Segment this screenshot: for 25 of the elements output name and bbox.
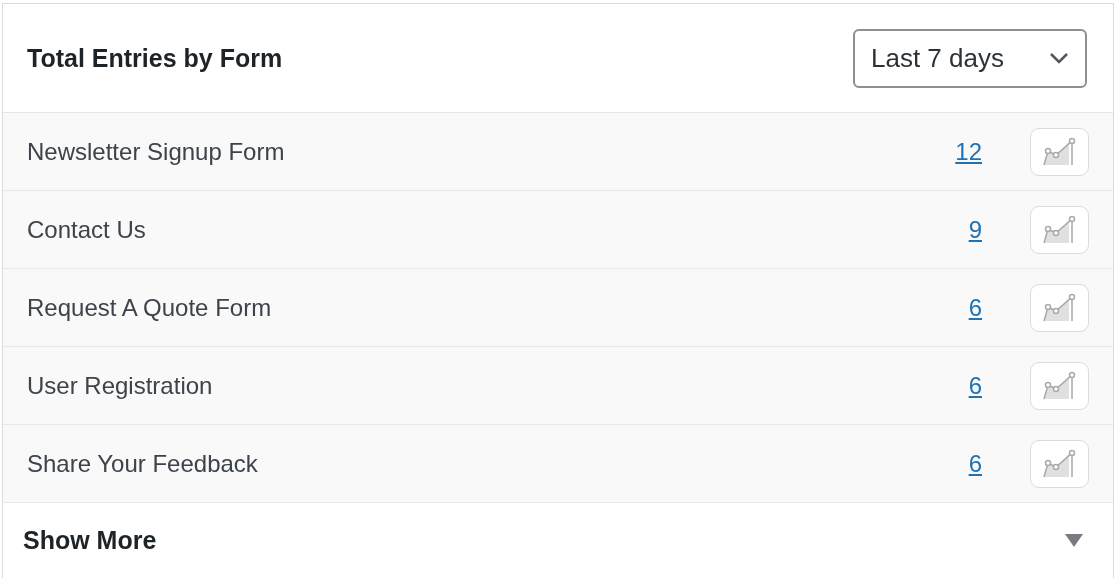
form-name: Share Your Feedback [27,449,259,478]
area-chart-icon [1041,448,1078,479]
chart-button[interactable] [1030,127,1089,176]
form-name: User Registration [27,371,214,400]
form-name: Newsletter Signup Form [27,137,286,166]
area-chart-icon [1041,136,1078,167]
entry-count-link[interactable]: 9 [968,215,982,244]
entry-count-link[interactable]: 6 [968,293,982,322]
entry-count-link[interactable]: 6 [968,371,982,400]
entry-count-link[interactable]: 12 [955,137,982,166]
chart-button[interactable] [1030,361,1089,410]
entry-count-link[interactable]: 6 [968,449,982,478]
chart-button[interactable] [1030,439,1089,488]
form-name: Request A Quote Form [27,293,273,322]
chart-button[interactable] [1030,283,1089,332]
period-select[interactable]: Last 7 days [853,28,1087,88]
area-chart-icon [1041,370,1078,401]
chevron-down-icon [1049,52,1069,64]
panel-title: Total Entries by Form [27,43,283,73]
area-chart-icon [1041,292,1078,323]
triangle-down-icon [1065,534,1083,547]
area-chart-icon [1041,214,1078,245]
show-more-button[interactable]: Show More [23,526,157,555]
form-name: Contact Us [27,215,147,244]
chart-button[interactable] [1030,205,1089,254]
